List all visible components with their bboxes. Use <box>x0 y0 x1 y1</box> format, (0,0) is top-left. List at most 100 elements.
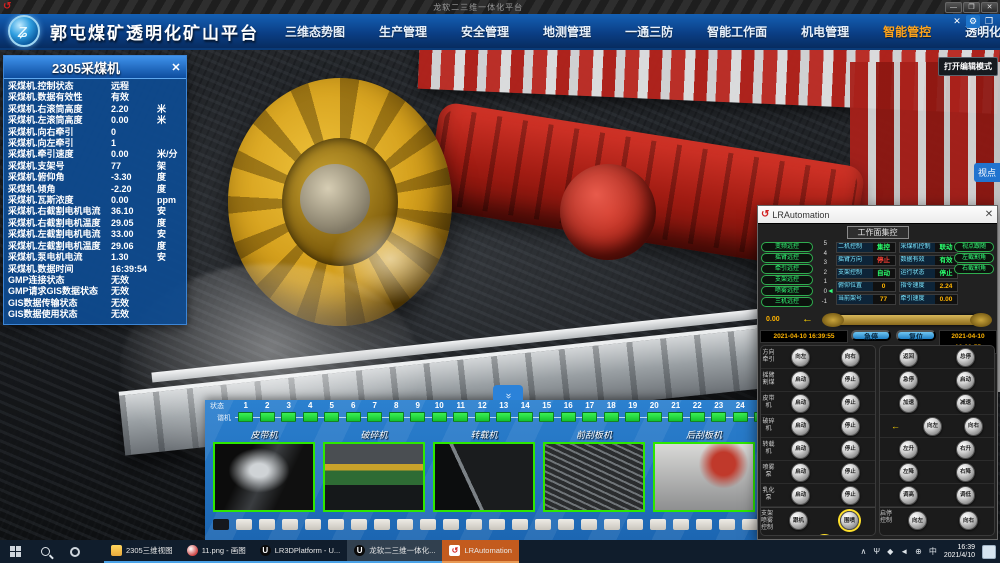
round-button[interactable]: 急停 <box>899 371 918 390</box>
remote-control-button[interactable]: 牵引远控 <box>761 264 813 274</box>
taskbar-app-3[interactable]: ULR3DPlatform - U... <box>253 540 347 563</box>
round-button[interactable]: 向左 <box>908 511 927 530</box>
round-button[interactable]: 启动 <box>791 486 810 505</box>
taskbar-app-4[interactable]: U龙软二三维一体化... <box>347 540 442 563</box>
channel-status-square[interactable] <box>367 412 382 422</box>
channel-status-square[interactable] <box>496 412 511 422</box>
search-icon[interactable] <box>30 540 60 563</box>
channel-status-square[interactable] <box>324 412 339 422</box>
tools-icon[interactable]: ✕ <box>950 15 964 28</box>
cortana-icon[interactable] <box>60 540 90 563</box>
indicator-square[interactable] <box>696 519 712 530</box>
indicator-square[interactable] <box>328 519 344 530</box>
remote-control-button[interactable]: 左截割角 <box>954 253 994 263</box>
indicator-square[interactable] <box>719 519 735 530</box>
nav-item-7[interactable]: 机电管理 <box>801 23 849 40</box>
round-button[interactable]: 向左 <box>791 348 810 367</box>
window-icon[interactable]: ❒ <box>982 15 996 28</box>
start-button[interactable] <box>0 540 30 563</box>
channel-status-square[interactable] <box>475 412 490 422</box>
round-button[interactable]: 停止 <box>841 371 860 390</box>
round-button[interactable]: 向右 <box>964 417 983 436</box>
round-button[interactable]: 右降 <box>956 463 975 482</box>
speaker-icon[interactable]: ◄ <box>900 547 908 556</box>
nav-item-3[interactable]: 安全管理 <box>461 23 509 40</box>
channel-status-square[interactable] <box>711 412 726 422</box>
reset-button[interactable]: 复位 <box>896 330 936 341</box>
nav-item-5[interactable]: 一通三防 <box>625 23 673 40</box>
nav-item-2[interactable]: 生产管理 <box>379 23 427 40</box>
channel-status-square[interactable] <box>389 412 404 422</box>
indicator-square[interactable] <box>558 519 574 530</box>
shield-icon[interactable]: ◆ <box>887 547 893 556</box>
channel-status-square[interactable] <box>303 412 318 422</box>
channel-status-square[interactable] <box>453 412 468 422</box>
round-button[interactable]: 加速 <box>899 394 918 413</box>
remote-control-button[interactable]: 摇臂远控 <box>761 253 813 263</box>
round-button[interactable]: 停止 <box>841 463 860 482</box>
open-edit-mode-button[interactable]: 打开编辑模式 <box>938 57 998 76</box>
camera-thumbnail[interactable] <box>653 442 755 512</box>
indicator-square[interactable] <box>673 519 689 530</box>
minimize-button[interactable]: — <box>945 2 962 13</box>
close-button[interactable]: ✕ <box>981 2 998 13</box>
indicator-square[interactable] <box>397 519 413 530</box>
channel-status-square[interactable] <box>582 412 597 422</box>
round-button[interactable]: 启动 <box>791 440 810 459</box>
channel-status-square[interactable] <box>260 412 275 422</box>
channel-status-square[interactable] <box>518 412 533 422</box>
indicator-square[interactable] <box>489 519 505 530</box>
indicator-square[interactable] <box>581 519 597 530</box>
channel-status-square[interactable] <box>625 412 640 422</box>
nav-item-1[interactable]: 三维态势图 <box>285 23 345 40</box>
round-button[interactable]: 启动 <box>791 394 810 413</box>
indicator-square[interactable] <box>305 519 321 530</box>
round-button[interactable]: 向右 <box>841 348 860 367</box>
round-button[interactable]: 减速 <box>956 394 975 413</box>
notification-center-icon[interactable] <box>982 545 996 559</box>
camera-thumbnail[interactable] <box>543 442 645 512</box>
channel-status-square[interactable] <box>410 412 425 422</box>
channel-status-square[interactable] <box>561 412 576 422</box>
taskbar-app-1[interactable]: 2305三维视图 <box>104 540 180 563</box>
channel-status-square[interactable] <box>690 412 705 422</box>
hidden-icons-chevron[interactable]: ∧ <box>861 547 867 556</box>
round-button[interactable]: 左升 <box>899 440 918 459</box>
lrautomation-close-icon[interactable]: ✕ <box>981 209 997 220</box>
remote-control-button[interactable]: 支架远控 <box>761 275 813 285</box>
nav-item-4[interactable]: 地测管理 <box>543 23 591 40</box>
taskbar-app-2[interactable]: 11.png - 画图 <box>180 540 253 563</box>
round-button[interactable]: 启动 <box>791 463 810 482</box>
camera-thumbnail[interactable] <box>323 442 425 512</box>
gear-icon[interactable]: ⚙ <box>966 15 980 28</box>
taskbar-app-5[interactable]: ↺LRAutomation <box>442 540 519 563</box>
round-button[interactable]: 停止 <box>841 440 860 459</box>
indicator-square[interactable] <box>466 519 482 530</box>
round-button[interactable]: 向左 <box>923 417 942 436</box>
round-button[interactable]: 停止 <box>841 417 860 436</box>
maximize-button[interactable]: ❐ <box>963 2 980 13</box>
indicator-square[interactable] <box>742 519 758 530</box>
round-button[interactable]: 停止 <box>841 486 860 505</box>
indicator-square[interactable] <box>650 519 666 530</box>
nav-item-6[interactable]: 智能工作面 <box>707 23 767 40</box>
round-button[interactable]: 跟机 <box>789 511 808 530</box>
indicator-square[interactable] <box>213 519 229 530</box>
collapse-strip-button[interactable]: » <box>493 385 523 400</box>
indicator-square[interactable] <box>259 519 275 530</box>
indicator-square[interactable] <box>604 519 620 530</box>
round-button[interactable]: 左降 <box>899 463 918 482</box>
remote-control-button[interactable]: 右截割角 <box>954 264 994 274</box>
workface-control-tab[interactable]: 工作面集控 <box>847 226 909 239</box>
remote-control-button[interactable]: 喷雾远控 <box>761 286 813 296</box>
round-button[interactable]: 右升 <box>956 440 975 459</box>
shearer-panel-close-icon[interactable]: ✕ <box>168 61 184 74</box>
nav-item-8[interactable]: 智能管控 <box>883 23 931 40</box>
indicator-square[interactable] <box>374 519 390 530</box>
round-button[interactable]: 围喷 <box>840 511 859 530</box>
channel-status-square[interactable] <box>647 412 662 422</box>
estop-button[interactable]: 急停 <box>851 330 891 341</box>
round-button[interactable]: 返回 <box>899 348 918 367</box>
remote-control-button[interactable]: 视点跟随 <box>954 242 994 252</box>
channel-status-square[interactable] <box>238 412 253 422</box>
